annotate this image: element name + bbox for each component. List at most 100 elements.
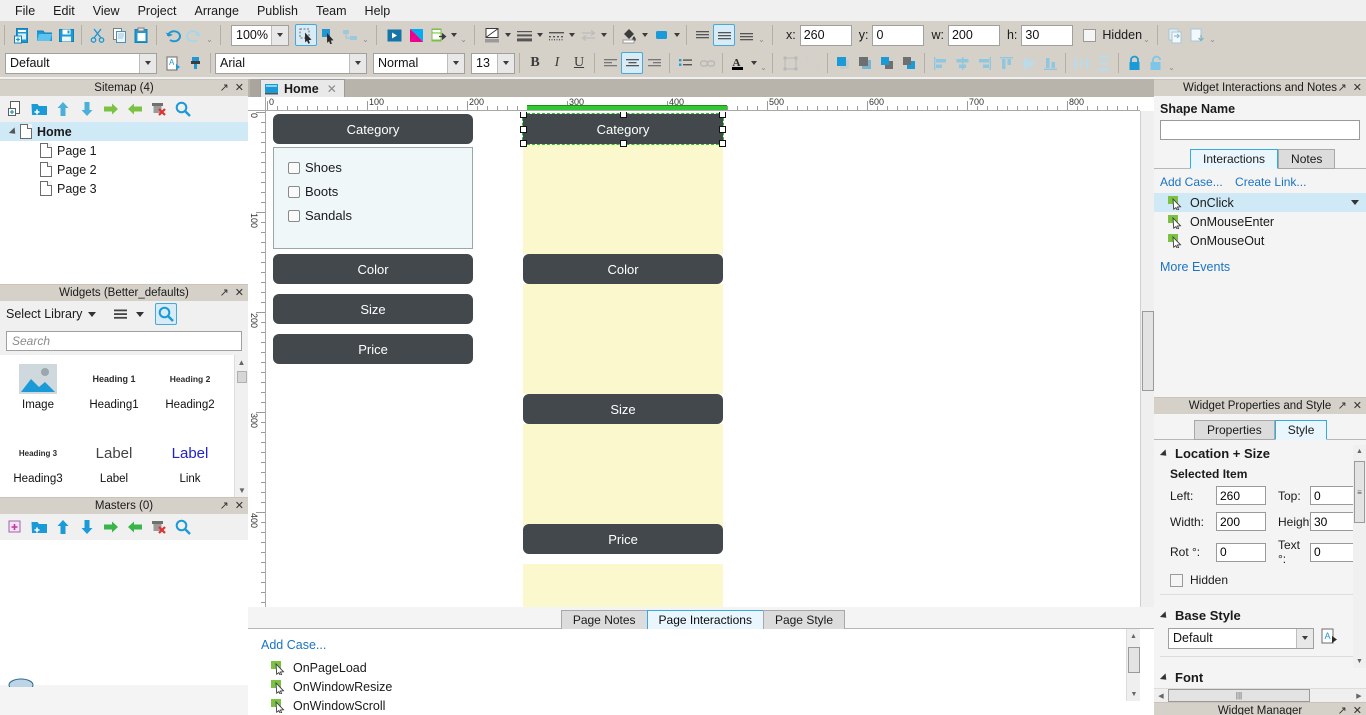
widget-manager-undock-icon[interactable]: ↗ (1338, 704, 1347, 715)
tab-properties[interactable]: Properties (1194, 420, 1275, 440)
page-event-onpageload[interactable]: OnPageLoad (248, 658, 1154, 677)
checkbox-icon[interactable] (288, 209, 300, 222)
fill-style-icon[interactable] (481, 24, 503, 46)
sitemap-item-page-1[interactable]: Page 1 (0, 141, 248, 160)
properties-close-icon[interactable]: ✕ (1353, 399, 1362, 413)
preview-icon[interactable] (383, 24, 405, 46)
sitemap-item-page-3[interactable]: Page 3 (0, 179, 248, 198)
add-case-link[interactable]: Add Case... (1160, 175, 1223, 189)
undo-icon[interactable] (161, 24, 183, 46)
outdent-icon[interactable] (124, 516, 146, 538)
line-width-dropdown-icon[interactable] (535, 24, 545, 46)
canvas-button-category-left[interactable]: Category (273, 114, 473, 144)
search-icon[interactable] (172, 516, 194, 538)
scroll-down-icon[interactable]: ▼ (235, 483, 249, 497)
resize-handle-sw[interactable] (520, 140, 527, 147)
chevron-down-icon[interactable] (349, 53, 366, 73)
base-style-combo[interactable]: Default (1168, 627, 1314, 649)
interactions-close-icon[interactable]: ✕ (1353, 81, 1362, 95)
indent-icon[interactable] (100, 98, 122, 120)
format-painter-icon[interactable] (184, 52, 206, 74)
add-page-icon[interactable] (4, 98, 26, 120)
select-mode-icon[interactable] (295, 24, 317, 46)
select-library-dropdown-icon[interactable] (88, 311, 97, 317)
canvas-checkbox-sandals[interactable]: Sandals (288, 208, 472, 223)
link-icon[interactable] (696, 52, 718, 74)
align-left-obj-icon[interactable] (929, 52, 951, 74)
scroll-thumb[interactable]: ≡ (1354, 461, 1365, 523)
event-onmouseout[interactable]: OnMouseOut (1154, 231, 1366, 250)
align-right-icon[interactable] (643, 52, 665, 74)
menu-item-team[interactable]: Team (307, 1, 356, 21)
resize-handle-se[interactable] (719, 140, 726, 147)
align-middle-icon[interactable] (1017, 52, 1039, 74)
resize-handle-w[interactable] (520, 125, 527, 133)
copy-icon[interactable] (108, 24, 130, 46)
italic-icon[interactable]: I (546, 52, 568, 74)
w-field[interactable]: 200 (947, 24, 1000, 46)
canvas-button-size-left[interactable]: Size (273, 294, 473, 324)
tab-page-style[interactable]: Page Style (762, 610, 845, 629)
widget-item-label-widget[interactable]: Label Label (76, 423, 152, 497)
resize-handle-ne[interactable] (719, 112, 726, 118)
font-section-header[interactable]: Font (1154, 664, 1366, 689)
add-folder-icon[interactable] (28, 98, 50, 120)
widgets-undock-icon[interactable]: ↗ (220, 286, 229, 300)
align-bottom-icon[interactable] (1039, 52, 1061, 74)
toolbar-overflow-6[interactable]: ⌄ (1208, 24, 1217, 46)
menu-item-file[interactable]: File (6, 1, 44, 21)
align-center-icon[interactable] (621, 52, 643, 74)
properties-vscroll[interactable]: ▲ ▼ ≡ (1353, 445, 1366, 668)
resize-handle-s[interactable] (619, 140, 627, 147)
resize-handle-nw[interactable] (520, 112, 527, 118)
library-options-icon[interactable] (110, 303, 132, 325)
bold-icon[interactable]: B (524, 52, 546, 74)
expander-triangle-icon[interactable] (6, 126, 20, 137)
distribute-v-icon[interactable] (1092, 52, 1114, 74)
chevron-down-icon[interactable] (271, 25, 288, 45)
search-icon[interactable] (172, 98, 194, 120)
scroll-left-icon[interactable]: ◀ (1154, 689, 1168, 703)
toolbar-overflow-2[interactable]: ⌄ (361, 24, 370, 46)
fill-style-dropdown-icon[interactable] (503, 24, 513, 46)
outdent-icon[interactable] (124, 98, 146, 120)
masters-undock-icon[interactable]: ↗ (220, 499, 229, 513)
move-down-icon[interactable] (76, 98, 98, 120)
import-icon[interactable] (1186, 24, 1208, 46)
lock-icon[interactable] (1123, 52, 1145, 74)
scroll-down-icon[interactable]: ▼ (1353, 655, 1366, 668)
canvas-checkbox-shoes[interactable]: Shoes (288, 160, 472, 175)
sitemap-item-home[interactable]: Home (0, 122, 248, 141)
checkbox-icon[interactable] (288, 161, 300, 174)
align-top-icon[interactable] (995, 52, 1017, 74)
delete-icon[interactable] (148, 98, 170, 120)
rotation-field[interactable] (1216, 542, 1266, 562)
move-up-icon[interactable] (52, 98, 74, 120)
fill-color-dropdown-icon[interactable] (640, 24, 650, 46)
toolbar-overflow-1[interactable]: ⌄ (205, 24, 214, 46)
create-link-link[interactable]: Create Link... (1235, 175, 1306, 189)
checkbox-icon[interactable] (288, 185, 300, 198)
style-combo[interactable]: Default (5, 52, 157, 74)
save-icon[interactable] (55, 24, 77, 46)
widget-item-heading1[interactable]: Heading 1 Heading1 (76, 355, 152, 423)
canvas-button-color-right[interactable]: Color (523, 254, 723, 284)
tab-page-interactions[interactable]: Page Interactions (646, 610, 764, 629)
library-options-dropdown-icon[interactable] (136, 311, 145, 317)
chevron-down-icon[interactable] (447, 53, 464, 73)
line-style-icon[interactable] (545, 24, 567, 46)
font-color-dropdown-icon[interactable] (749, 52, 759, 74)
sitemap-item-page-2[interactable]: Page 2 (0, 160, 248, 179)
hidden-checkbox[interactable] (1083, 28, 1097, 42)
edit-base-style-icon[interactable]: A (1320, 627, 1339, 649)
generate-word-icon[interactable] (427, 24, 449, 46)
event-onmouseenter[interactable]: OnMouseEnter (1154, 212, 1366, 231)
bullet-list-icon[interactable] (674, 52, 696, 74)
bring-forward-icon[interactable] (876, 52, 898, 74)
select-library-label[interactable]: Select Library (4, 307, 82, 321)
text-align-top-icon[interactable] (691, 24, 713, 46)
widget-item-link[interactable]: Label Link (152, 423, 228, 497)
chevron-down-icon[interactable] (1351, 200, 1359, 205)
shadow-icon[interactable] (650, 24, 672, 46)
chevron-down-icon[interactable] (497, 53, 514, 73)
